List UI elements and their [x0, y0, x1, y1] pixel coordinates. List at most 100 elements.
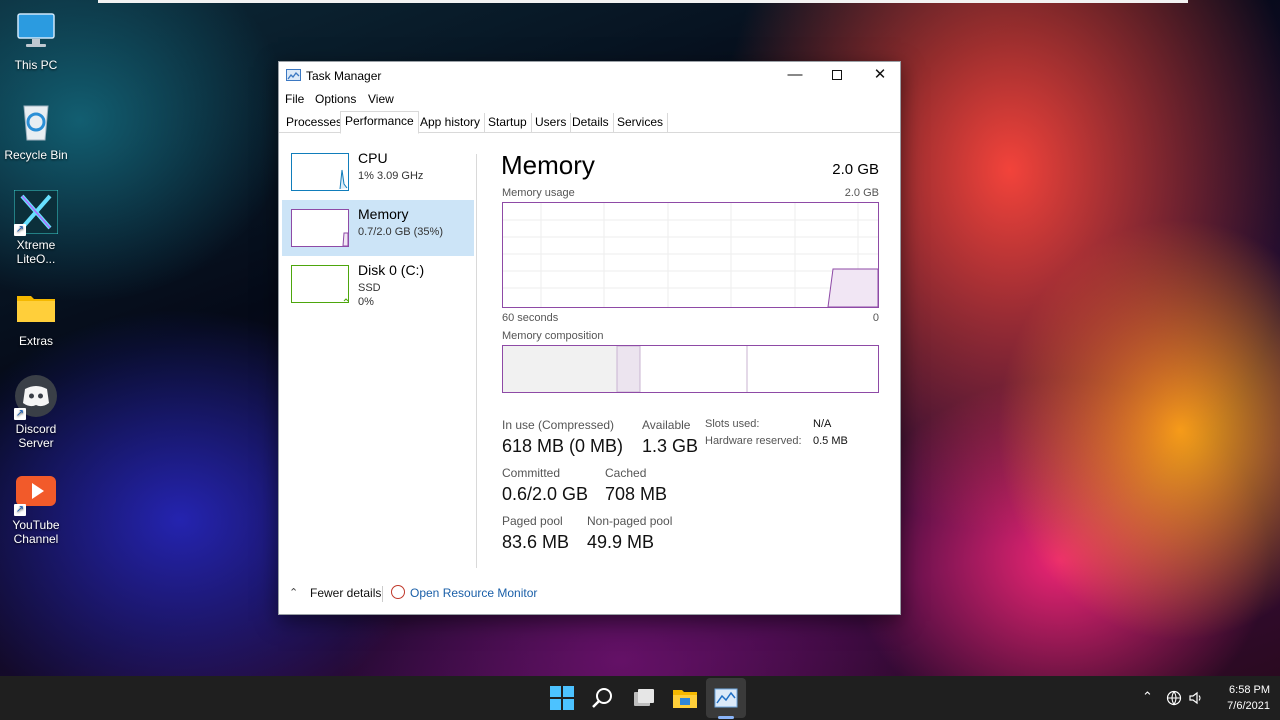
maximize-button[interactable] — [815, 62, 859, 90]
tab-users[interactable]: Users — [531, 113, 572, 133]
tab-app-history[interactable]: App history — [416, 113, 486, 133]
close-button[interactable]: ✕ — [858, 62, 902, 90]
file-explorer-button[interactable] — [671, 684, 699, 712]
desktop-icon-label: Xtreme LiteO... — [16, 238, 56, 266]
clock-date[interactable]: 7/6/2021 — [1222, 700, 1270, 712]
memory-composition-label: Memory composition — [502, 330, 604, 342]
folder-icon — [14, 286, 58, 330]
open-resource-monitor-link[interactable]: Open Resource Monitor — [410, 586, 537, 600]
committed-label: Committed — [502, 466, 561, 480]
tab-startup[interactable]: Startup — [484, 113, 532, 133]
menu-view[interactable]: View — [368, 92, 394, 106]
discord-icon: ↗ — [14, 374, 58, 420]
volume-icon[interactable] — [1188, 690, 1204, 709]
desktop: This PC Recycle Bin ↗ Xtreme LiteO... Ex… — [0, 0, 1280, 676]
active-app-indicator — [718, 716, 734, 719]
tab-performance[interactable]: Performance — [340, 111, 419, 134]
menu-options[interactable]: Options — [315, 92, 356, 106]
clock-time[interactable]: 6:58 PM — [1222, 684, 1270, 696]
available-label: Available — [642, 418, 691, 432]
memory-thumbnail-graph — [291, 209, 349, 247]
memory-usage-max: 2.0 GB — [844, 187, 879, 199]
graph-axis-left: 60 seconds — [502, 312, 559, 324]
desktop-icon-discord-server[interactable]: ↗ Discord Server — [0, 374, 72, 450]
task-view-button[interactable] — [630, 684, 658, 712]
cached-label: Cached — [605, 466, 647, 480]
monitor-icon — [14, 10, 58, 54]
minimize-button[interactable]: — — [773, 62, 817, 90]
desktop-icon-label: YouTube Channel — [12, 518, 60, 546]
page-title: Memory — [501, 150, 595, 180]
hardware-reserved-label: Hardware reserved: — [705, 435, 802, 447]
title-bar[interactable]: Task Manager — ✕ — [279, 62, 900, 90]
window-footer: ⌃ Fewer details Open Resource Monitor — [279, 582, 900, 606]
slots-used-value: N/A — [813, 418, 832, 430]
memory-usage-graph — [502, 202, 879, 308]
memory-composition-bar — [502, 345, 879, 393]
desktop-icon-xtreme-liteos[interactable]: ↗ Xtreme LiteO... — [0, 189, 72, 266]
memory-panel: Memory 2.0 GB Memory usage 2.0 GB 60 sec… — [501, 150, 881, 570]
task-manager-window[interactable]: Task Manager — ✕ File Options View Proce… — [278, 61, 901, 615]
chevron-up-icon[interactable]: ⌃ — [1142, 689, 1153, 705]
top-bar-strip — [98, 0, 1188, 3]
desktop-icon-recycle-bin[interactable]: Recycle Bin — [0, 100, 72, 162]
memory-total: 2.0 GB — [832, 161, 879, 178]
menu-file[interactable]: File — [285, 92, 304, 106]
hardware-reserved-value: 0.5 MB — [813, 435, 848, 447]
resource-monitor-icon — [391, 585, 405, 599]
performance-sidebar: CPU 1% 3.09 GHz Memory 0.7/2.0 GB (35%) … — [279, 134, 477, 574]
desktop-icon-youtube-channel[interactable]: ↗ YouTube Channel — [0, 470, 72, 546]
tab-details[interactable]: Details — [568, 113, 614, 133]
tab-processes[interactable]: Processes — [282, 113, 348, 133]
search-icon — [592, 688, 612, 708]
shortcut-arrow-icon: ↗ — [14, 408, 26, 420]
sidebar-item-detail: 0% — [358, 296, 374, 308]
taskbar: ⌃ 6:58 PM 7/6/2021 — [0, 676, 1280, 720]
start-button[interactable] — [548, 684, 576, 712]
memory-usage-label: Memory usage — [502, 187, 575, 199]
panel-divider — [476, 154, 477, 568]
task-view-icon — [634, 689, 654, 706]
desktop-icon-label: Discord Server — [15, 422, 57, 450]
fewer-details-button[interactable]: Fewer details — [310, 586, 381, 600]
sidebar-item-detail: SSD — [358, 282, 381, 294]
desktop-icon-extras[interactable]: Extras — [0, 286, 72, 348]
sidebar-item-cpu[interactable]: CPU 1% 3.09 GHz — [282, 144, 474, 200]
desktop-icon-label: Extras — [18, 334, 53, 348]
sidebar-item-disk-0[interactable]: Disk 0 (C:) SSD 0% — [282, 256, 474, 312]
network-icon[interactable] — [1166, 690, 1182, 709]
sidebar-item-detail: 1% 3.09 GHz — [358, 170, 424, 182]
task-manager-app-icon — [286, 69, 301, 81]
in-use-label: In use (Compressed) — [502, 418, 615, 432]
desktop-icon-label: Recycle Bin — [4, 148, 68, 162]
search-button[interactable] — [589, 684, 617, 712]
windows-logo-icon — [550, 686, 574, 710]
xtreme-logo-icon: ↗ — [13, 189, 59, 236]
committed-value: 0.6/2.0 GB — [502, 484, 589, 504]
cpu-thumbnail-graph — [291, 153, 349, 191]
sidebar-item-label: CPU — [358, 150, 388, 166]
recycle-bin-icon — [14, 100, 58, 144]
paged-pool-label: Paged pool — [502, 514, 563, 528]
graph-axis-right: 0 — [872, 312, 879, 324]
task-manager-icon — [714, 688, 738, 708]
non-paged-pool-label: Non-paged pool — [587, 514, 673, 528]
folder-icon — [673, 690, 697, 708]
sidebar-item-label: Memory — [358, 206, 409, 222]
footer-separator — [382, 586, 383, 602]
sidebar-item-detail: 0.7/2.0 GB (35%) — [358, 226, 443, 238]
available-value: 1.3 GB — [642, 436, 699, 456]
youtube-play-icon: ↗ — [14, 470, 58, 516]
tab-services[interactable]: Services — [613, 113, 669, 133]
paged-pool-value: 83.6 MB — [502, 532, 570, 552]
sidebar-item-memory[interactable]: Memory 0.7/2.0 GB (35%) — [282, 200, 474, 256]
menu-bar: File Options View — [279, 90, 900, 110]
slots-used-label: Slots used: — [705, 418, 760, 430]
chevron-up-icon[interactable]: ⌃ — [289, 586, 298, 599]
desktop-icon-this-pc[interactable]: This PC — [0, 10, 72, 72]
window-title: Task Manager — [306, 69, 382, 83]
non-paged-pool-value: 49.9 MB — [587, 532, 655, 552]
cached-value: 708 MB — [605, 484, 668, 504]
task-manager-taskbar-button[interactable] — [706, 678, 746, 718]
shortcut-arrow-icon: ↗ — [14, 224, 26, 236]
